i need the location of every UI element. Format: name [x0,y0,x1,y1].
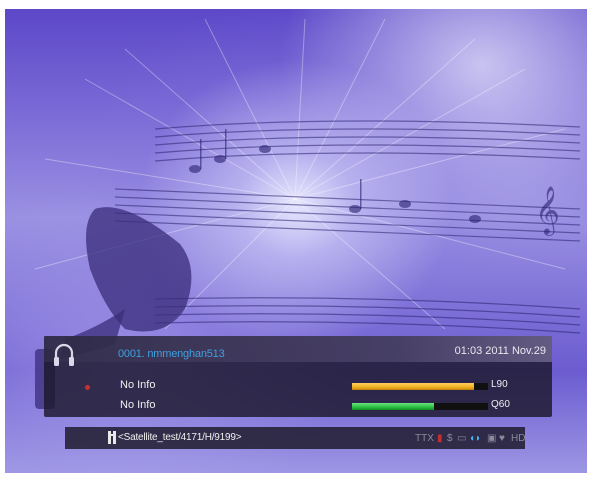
subtitle-icon: ▮ [437,433,443,444]
signal-quality-label: Q60 [491,399,510,410]
transponder-bar: <Satellite_test/4171/H/9199> TTX ▮ $ ▭ ◖… [65,427,525,449]
scrambled-icon: $ [447,433,453,444]
svg-text:𝄞: 𝄞 [535,185,560,236]
antenna-icon [108,431,116,444]
epg-next-program: No Info [120,399,156,411]
favorite-icon: ♥ [499,433,505,444]
headphone-icon [54,343,74,366]
epg-current-program: No Info [120,379,156,391]
hd-icon: HD [511,433,526,444]
epg-icon: ▭ [457,433,467,444]
signal-quality-fill [352,403,434,410]
record-indicator-icon [85,385,90,390]
signal-level-label: L90 [491,379,508,390]
signal-quality-bar [352,403,488,410]
current-datetime: 01:03 2011 Nov.29 [454,345,546,357]
signal-level-fill [352,383,475,390]
transponder-info: <Satellite_test/4171/H/9199> [118,432,242,443]
ttx-icon: TTX [415,433,434,444]
tv-screen: 𝄞 0001. nmmenghan513 01:03 2011 Nov.29 N… [5,9,587,473]
lock-icon: ▣ [487,433,497,444]
channel-name: 0001. nmmenghan513 [118,348,225,360]
audio-icon: ◖◗ [469,433,482,444]
channel-info-bar: 0001. nmmenghan513 01:03 2011 Nov.29 No … [44,336,552,417]
signal-level-bar [352,383,488,390]
